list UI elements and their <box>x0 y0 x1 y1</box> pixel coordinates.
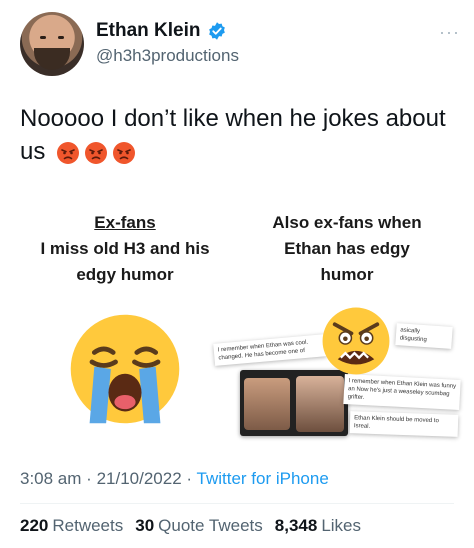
meme-left-line2: edgy humor <box>76 265 174 284</box>
meme-left-line1: I miss old H3 and his <box>40 239 210 258</box>
tweet-time[interactable]: 3:08 am <box>20 469 81 488</box>
likes-stat[interactable]: 8,348 Likes <box>275 516 361 536</box>
meme-right-panel: Also ex-fans when Ethan has edgy humor <box>238 210 456 288</box>
author-name[interactable]: Ethan Klein <box>96 20 201 42</box>
quote-tweets-label: Quote Tweets <box>158 516 263 535</box>
meme-left-caption: Ex-fans I miss old H3 and his edgy humor <box>20 210 230 288</box>
tweet-stats: 220 Retweets 30 Quote Tweets 8,348 Likes <box>20 516 361 536</box>
avatar[interactable] <box>20 12 84 76</box>
comment-snippet: I remember when Ethan Klein was funny an… <box>343 373 461 411</box>
comment-snippet: Ethan Klein should be moved to Isreal. <box>349 411 459 437</box>
avatar-eye <box>58 36 64 39</box>
retweets-count: 220 <box>20 516 49 535</box>
avatar-beard <box>34 48 70 70</box>
pouting-face-icon <box>113 141 136 164</box>
retweets-stat[interactable]: 220 Retweets <box>20 516 123 536</box>
avatar-eye <box>40 36 46 39</box>
verified-badge-icon <box>208 22 225 40</box>
meme-left-panel: Ex-fans I miss old H3 and his edgy humor <box>20 210 230 424</box>
pouting-face-icon <box>57 141 80 164</box>
meme-left-title: Ex-fans <box>94 213 156 232</box>
tweet-text: Nooooo I don’t like when he jokes about … <box>20 102 450 168</box>
meme-right-caption: Also ex-fans when Ethan has edgy humor <box>238 210 456 288</box>
comment-snippet: asically disgusting <box>395 323 453 349</box>
meme-right-line1: Also ex-fans when <box>272 213 422 232</box>
meme-right-line2: Ethan has edgy <box>284 239 410 258</box>
author-name-row[interactable]: Ethan Klein <box>96 20 227 42</box>
retweets-label: Retweets <box>52 516 124 535</box>
tweet-header: Ethan Klein @h3h3productions ··· <box>20 12 460 82</box>
thumbnail-face <box>244 378 290 430</box>
author-handle[interactable]: @h3h3productions <box>96 46 239 66</box>
quote-tweets-stat[interactable]: 30 Quote Tweets <box>135 516 263 536</box>
comment-snippet: I remember when Ethan was cool. changed.… <box>213 334 327 366</box>
thumbnail-face <box>296 376 344 432</box>
tweet-source[interactable]: Twitter for iPhone <box>197 469 329 488</box>
pouting-face-icon <box>85 141 108 164</box>
more-options-icon[interactable]: ··· <box>439 22 460 43</box>
meme-collage: I remember when Ethan was cool. changed.… <box>210 285 461 445</box>
loudly-crying-face-icon <box>70 314 180 424</box>
likes-label: Likes <box>321 516 361 535</box>
meta-separator: · <box>186 469 193 488</box>
meme-image[interactable]: Ex-fans I miss old H3 and his edgy humor… <box>20 210 461 450</box>
tweet-date[interactable]: 21/10/2022 <box>97 469 182 488</box>
tweet-meta: 3:08 am · 21/10/2022 · Twitter for iPhon… <box>20 469 329 489</box>
emoji-group <box>56 141 136 165</box>
divider <box>20 503 454 504</box>
quote-tweets-count: 30 <box>135 516 155 535</box>
meta-separator: · <box>86 469 92 488</box>
likes-count: 8,348 <box>274 516 318 535</box>
video-thumbnail <box>240 370 348 436</box>
angry-screaming-face-icon <box>322 307 390 375</box>
